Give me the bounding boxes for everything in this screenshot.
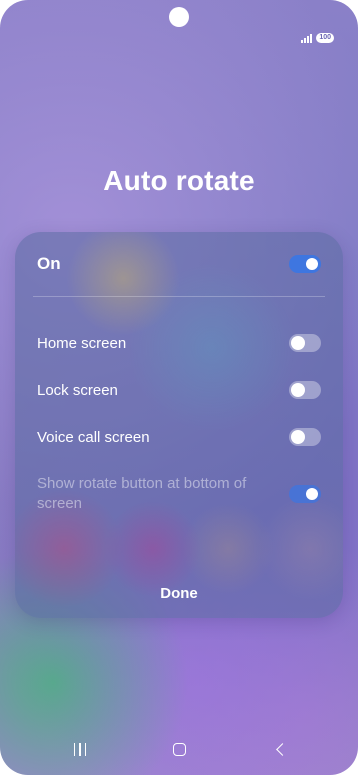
back-icon[interactable] [268, 737, 292, 761]
done-button[interactable]: Done [15, 585, 343, 602]
on-label: On [37, 254, 61, 273]
battery-indicator: 100 [316, 33, 334, 43]
toggle-knob [291, 383, 305, 397]
rotate-button-row: Show rotate button at bottom of screen [37, 474, 321, 514]
front-camera [169, 7, 189, 27]
toggle-knob [306, 258, 318, 270]
rotate-button-toggle [289, 485, 321, 503]
phone-screen: 100 Auto rotate On Home screen Lock scre… [0, 0, 358, 775]
voice-call-screen-label: Voice call screen [37, 428, 150, 446]
home-screen-toggle[interactable] [289, 334, 321, 352]
toggle-knob [291, 336, 305, 350]
voice-call-screen-row[interactable]: Voice call screen [37, 428, 321, 446]
home-screen-row[interactable]: Home screen [37, 334, 321, 352]
home-icon[interactable] [167, 737, 191, 761]
toggle-knob [291, 430, 305, 444]
auto-rotate-toggle[interactable] [289, 255, 321, 273]
recent-apps-icon[interactable] [68, 737, 92, 761]
auto-rotate-panel: On Home screen Lock screen Voice call sc… [15, 232, 343, 618]
signal-icon [301, 33, 313, 43]
auto-rotate-on-row[interactable]: On [37, 254, 321, 274]
page-title: Auto rotate [103, 165, 255, 196]
status-bar: 100 [301, 33, 334, 43]
home-screen-label: Home screen [37, 334, 127, 352]
lock-screen-toggle[interactable] [289, 381, 321, 399]
lock-screen-label: Lock screen [37, 381, 118, 399]
divider [33, 296, 325, 297]
navigation-bar [0, 737, 358, 761]
toggle-knob [306, 488, 318, 500]
lock-screen-row[interactable]: Lock screen [37, 381, 321, 399]
voice-call-screen-toggle[interactable] [289, 428, 321, 446]
rotate-button-label: Show rotate button at bottom of screen [37, 475, 247, 512]
